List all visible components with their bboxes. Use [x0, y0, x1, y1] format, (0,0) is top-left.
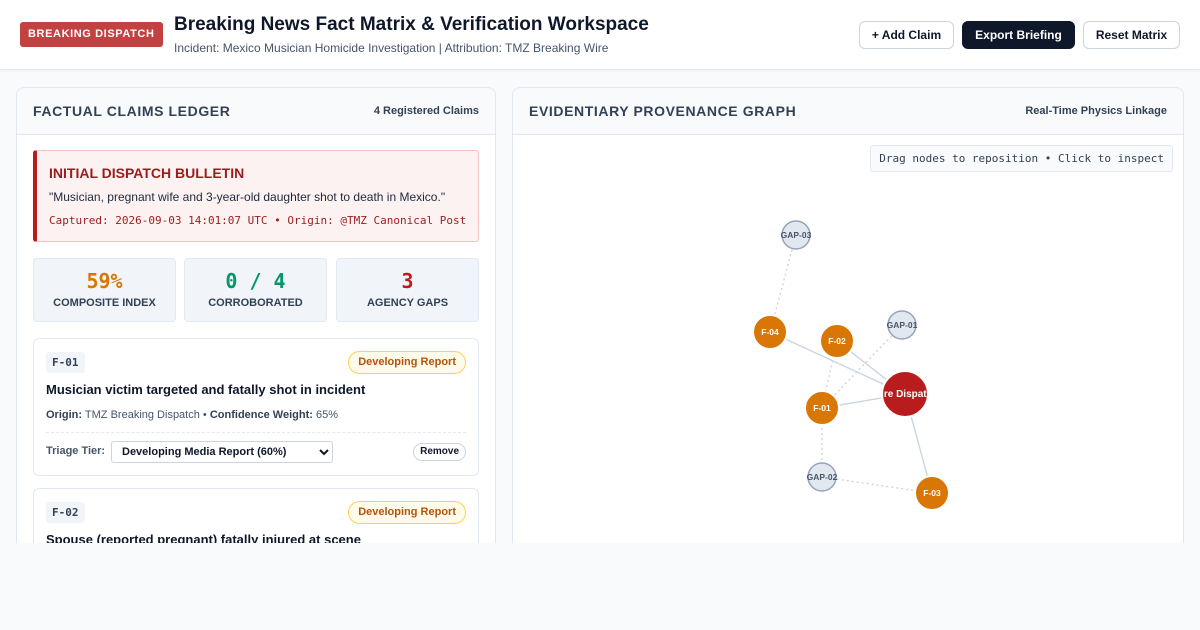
top-header: BREAKING DISPATCH Breaking News Fact Mat… — [0, 0, 1200, 70]
corroborated-stat: 0 / 4 Corroborated — [184, 258, 327, 322]
origin-value: TMZ Breaking Dispatch — [84, 409, 200, 421]
weight-value: 65% — [315, 409, 339, 421]
ledger-header: Factual Claims Ledger 4 Registered Claim… — [17, 88, 495, 135]
claims-ledger-panel: Factual Claims Ledger 4 Registered Claim… — [16, 87, 496, 543]
node-layer: GAP-03 F-04 F-02 GAP-01 Wire Dispatch F-01 GAP… — [752, 220, 950, 511]
node-label: F-01 — [813, 403, 831, 413]
reset-matrix-button[interactable]: Reset Matrix — [1083, 21, 1180, 49]
claim-id: F-02 — [46, 502, 85, 523]
page-subtitle: Incident: Mexico Musician Homicide Inves… — [174, 41, 609, 55]
graph-node-f-01[interactable]: F-01 — [804, 390, 840, 426]
stat-value: 59% — [86, 269, 123, 293]
bulletin-separator: • — [267, 214, 288, 227]
meta-separator: • — [202, 409, 207, 421]
add-claim-button[interactable]: + Add Claim — [859, 21, 954, 49]
node-label: GAP-02 — [807, 472, 838, 482]
initial-dispatch-bulletin: INITIAL DISPATCH BULLETIN "Musician, pre… — [33, 150, 479, 242]
graph-title: Evidentiary Provenance Graph — [529, 103, 797, 119]
claim-card: F-01 Developing Report Musician victim t… — [33, 338, 479, 476]
graph-node-gap-02[interactable]: GAP-02 — [807, 462, 838, 492]
node-label: F-02 — [828, 336, 846, 346]
bulletin-meta: Captured: 2026-09-03 14:01:07 UTC • Orig… — [49, 214, 466, 227]
triage-tier-label: Triage Tier: — [46, 445, 106, 457]
agency-gaps-stat: 3 Agency Gaps — [336, 258, 479, 322]
edge-layer — [769, 234, 933, 494]
stat-label: Agency Gaps — [366, 297, 449, 309]
bulletin-origin: Origin: @TMZ Canonical Post — [287, 214, 467, 227]
ledger-title: Factual Claims Ledger — [33, 103, 231, 119]
composite-index-stat: 59% Composite Index — [33, 258, 176, 322]
claim-divider — [46, 432, 466, 433]
node-label: F-04 — [761, 327, 779, 337]
graph-node-gap-01[interactable]: GAP-01 — [887, 310, 918, 340]
stat-value: 3 — [401, 269, 414, 293]
graph-node-f-04[interactable]: F-04 — [752, 314, 788, 350]
claim-text: Spouse (reported pregnant) fatally injur… — [46, 532, 361, 543]
claim-text: Musician victim targeted and fatally sho… — [46, 382, 366, 397]
origin-label: Origin: — [46, 409, 83, 421]
graph-physics-label: Real-Time Physics Linkage — [1025, 105, 1167, 117]
provenance-graph-canvas[interactable]: GAP-03 F-04 F-02 GAP-01 Wire Dispatch F-01 GAP… — [513, 135, 1183, 543]
breaking-dispatch-badge: BREAKING DISPATCH — [20, 22, 163, 47]
claim-status-badge: Developing Report — [348, 501, 466, 524]
bulletin-captured: Captured: 2026-09-03 14:01:07 UTC — [49, 214, 268, 227]
node-label: F-03 — [923, 488, 941, 498]
graph-node-f-03[interactable]: F-03 — [914, 475, 950, 511]
graph-hint: Drag nodes to reposition • Click to insp… — [870, 145, 1173, 172]
registered-claims-count: 4 Registered Claims — [373, 105, 479, 117]
bulletin-quote: "Musician, pregnant wife and 3-year-old … — [49, 190, 446, 204]
graph-node-gap-03[interactable]: GAP-03 — [781, 220, 812, 250]
graph-header: Evidentiary Provenance Graph Real-Time P… — [513, 88, 1183, 135]
bulletin-title: INITIAL DISPATCH BULLETIN — [49, 165, 245, 181]
claim-status-badge: Developing Report — [348, 351, 466, 374]
node-label: GAP-03 — [781, 230, 812, 240]
node-label: GAP-01 — [887, 320, 918, 330]
claim-card: F-02 Developing Report Spouse (reported … — [33, 488, 479, 543]
claim-meta: Origin: TMZ Breaking Dispatch • Confiden… — [46, 409, 338, 421]
stat-value: 0 / 4 — [225, 269, 286, 293]
claim-id: F-01 — [46, 352, 85, 373]
provenance-graph-panel: Evidentiary Provenance Graph Real-Time P… — [512, 87, 1184, 543]
stat-label: Corroborated — [208, 297, 303, 309]
remove-claim-button[interactable]: Remove — [413, 443, 466, 461]
graph-node-f-02[interactable]: F-02 — [819, 323, 855, 359]
stat-label: Composite Index — [53, 297, 156, 309]
triage-tier-select[interactable]: Developing Media Report (60%) — [111, 441, 333, 463]
weight-label: Confidence Weight: — [209, 409, 313, 421]
page-title: Breaking News Fact Matrix & Verification… — [174, 14, 649, 35]
graph-node-wire[interactable]: Wire Dispatch — [872, 370, 939, 418]
export-briefing-button[interactable]: Export Briefing — [962, 21, 1075, 49]
